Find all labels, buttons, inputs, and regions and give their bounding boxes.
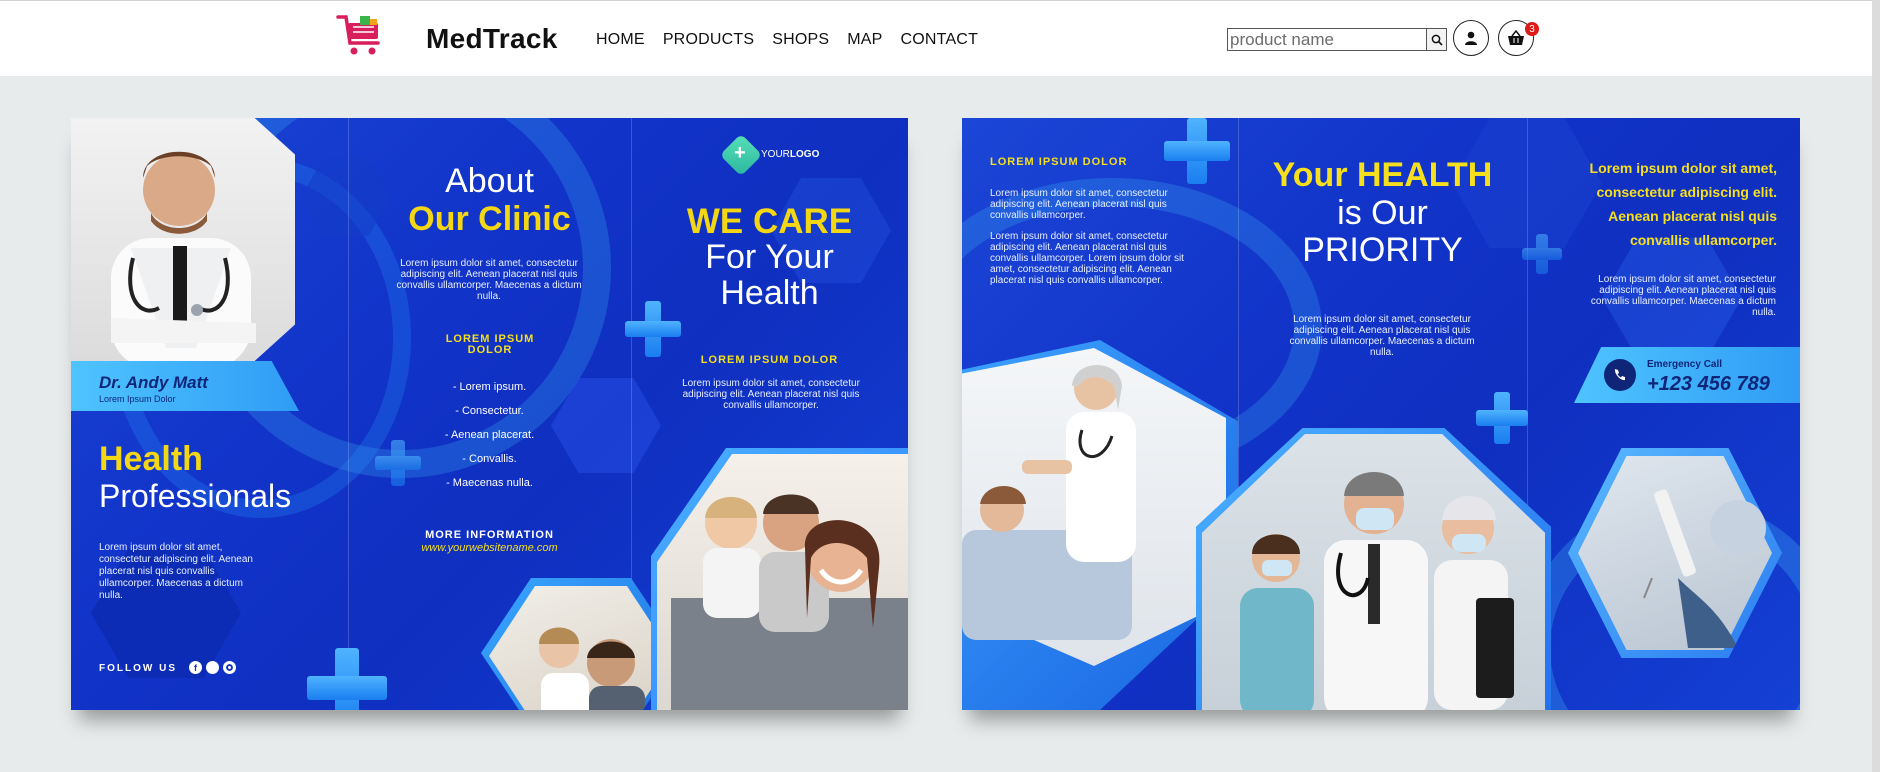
left-panel-heading: LOREM IPSUM DOLOR — [990, 156, 1128, 168]
shopping-cart-logo-icon[interactable] — [336, 13, 386, 59]
nav-products[interactable]: PRODUCTS — [663, 31, 754, 49]
social-icons: f — [189, 661, 236, 674]
logo-logo: LOGO — [789, 149, 820, 160]
nav-map[interactable]: MAP — [847, 31, 882, 49]
your-health-title: Your HEALTH — [1272, 156, 1493, 194]
logo-your: YOUR — [761, 149, 790, 160]
list-item: - Aenean placerat. — [444, 429, 535, 441]
twitter-icon[interactable] — [206, 661, 219, 674]
priority-title: PRIORITY — [1302, 231, 1463, 269]
family-photo-large — [651, 448, 908, 710]
follow-us-label: FOLLOW US — [99, 663, 177, 674]
main-nav: HOME PRODUCTS SHOPS MAP CONTACT — [596, 31, 996, 49]
list-item: - Convallis. — [462, 453, 517, 465]
professionals-title: Professionals — [99, 478, 292, 514]
health-title: Health — [99, 440, 203, 478]
account-button[interactable] — [1453, 20, 1489, 56]
doctor-photo — [71, 118, 295, 361]
lorem-heading: LOREM IPSUM DOLOR — [445, 333, 535, 356]
doctor-subtitle: Lorem Ipsum Dolor — [99, 394, 176, 404]
top-navbar: MedTrack HOME PRODUCTS SHOPS MAP CONTACT… — [0, 0, 1880, 76]
nav-home[interactable]: HOME — [596, 31, 645, 49]
medical-cross-icon — [625, 301, 681, 357]
list-item: - Maecenas nulla. — [446, 477, 533, 489]
brochure-health-professionals[interactable]: Dr. Andy Matt Lorem Ipsum Dolor Health P… — [71, 118, 908, 710]
family-illustration — [671, 494, 908, 710]
list-item: - Consectetur. — [455, 405, 524, 417]
search-input[interactable] — [1227, 28, 1427, 51]
emergency-call-label: Emergency Call — [1647, 359, 1723, 370]
nav-shops[interactable]: SHOPS — [772, 31, 829, 49]
about-title: About — [445, 162, 534, 200]
doctor-illustration — [111, 151, 256, 361]
right-panel-heading: LOREM IPSUM DOLOR — [700, 354, 839, 366]
search-button[interactable] — [1426, 28, 1447, 51]
right-panel-body: Lorem ipsum dolor sit amet, consectetur … — [1590, 274, 1776, 318]
about-body-text: Lorem ipsum dolor sit amet, consectetur … — [396, 258, 582, 302]
brand-name[interactable]: MedTrack — [426, 23, 558, 55]
more-information-label: MORE INFORMATION — [425, 529, 554, 541]
plus-glyph: + — [734, 142, 746, 164]
for-your-title: For Your — [705, 238, 834, 276]
facebook-icon[interactable]: f — [189, 661, 202, 674]
nav-contact[interactable]: CONTACT — [901, 31, 979, 49]
phone-icon — [1604, 359, 1636, 391]
basket-icon — [1508, 30, 1524, 45]
instagram-icon[interactable] — [223, 661, 236, 674]
brochure-your-health-priority[interactable]: LOREM IPSUM DOLOR Lorem ipsum dolor sit … — [962, 118, 1800, 710]
middle-body-text: Lorem ipsum dolor sit amet, consectetur … — [1289, 314, 1475, 358]
website-link[interactable]: www.yourwebsitename.com — [348, 542, 631, 554]
we-care-title: WE CARE — [686, 202, 853, 241]
our-clinic-title: Our Clinic — [408, 200, 571, 238]
user-icon — [1465, 31, 1477, 45]
yellow-intro-paragraph: Lorem ipsum dolor sit amet, consectetur … — [1589, 160, 1777, 248]
left-panel-body-2: Lorem ipsum dolor sit amet, consectetur … — [990, 231, 1184, 286]
medical-cross-icon — [1476, 392, 1528, 444]
medical-cross-icon — [1164, 118, 1230, 184]
medical-team-photo — [1196, 428, 1551, 710]
doctor-name: Dr. Andy Matt — [99, 373, 208, 392]
phone-glyph — [1614, 369, 1625, 381]
medical-team-illustration — [1240, 472, 1514, 710]
is-our-title: is Our — [1337, 194, 1428, 232]
search-icon — [1431, 34, 1443, 46]
left-body-text: Lorem ipsum dolor sit amet, consectetur … — [99, 542, 253, 601]
features-list: - Lorem ipsum. - Consectetur. - Aenean p… — [348, 375, 631, 495]
right-panel-body: Lorem ipsum dolor sit amet, consectetur … — [682, 378, 860, 411]
your-logo-text: YOURLOGO — [761, 149, 819, 160]
cart-count-badge: 3 — [1525, 22, 1539, 36]
list-item: - Lorem ipsum. — [452, 381, 527, 393]
left-panel-body-1: Lorem ipsum dolor sit amet, consectetur … — [990, 188, 1168, 221]
emergency-phone-number[interactable]: +123 456 789 — [1647, 373, 1770, 396]
scrollbar[interactable] — [1872, 0, 1880, 772]
medical-cross-icon — [1522, 234, 1562, 274]
medical-cross-icon — [307, 648, 387, 710]
